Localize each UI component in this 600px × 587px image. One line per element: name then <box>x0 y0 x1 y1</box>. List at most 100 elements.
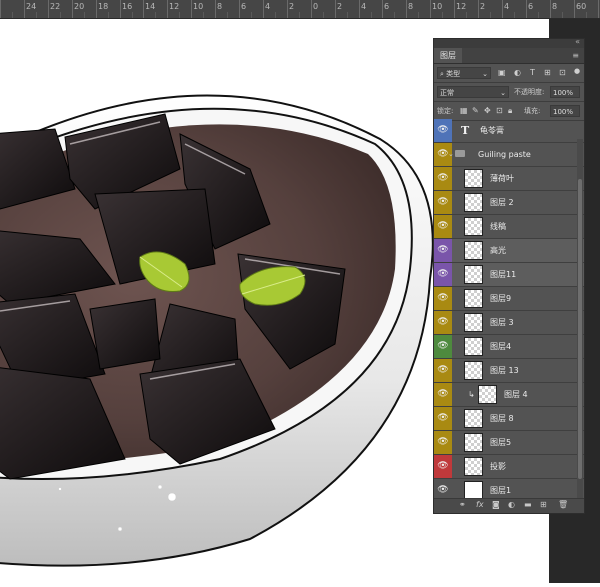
folder-icon[interactable]: ▬ <box>524 500 532 509</box>
layer-row[interactable]: 👁︎ 图层 13 <box>434 359 584 383</box>
fill-input[interactable]: 100% <box>550 105 580 117</box>
shape-filter-icon[interactable]: ⊞ <box>544 67 551 79</box>
collapse-icon[interactable]: « <box>575 37 580 46</box>
layer-row[interactable]: 👁︎ ↳ 图层 4 <box>434 383 584 407</box>
layer-row[interactable]: 👁︎ T 龟苓膏 <box>434 119 584 143</box>
lock-artboard-icon[interactable]: ⊡ <box>496 105 503 117</box>
link-icon[interactable]: ⚭ <box>459 500 466 509</box>
layer-row[interactable]: 👁︎ 图层 2 <box>434 191 584 215</box>
layer-thumbnail[interactable] <box>464 289 483 308</box>
layer-row[interactable]: 👁︎ 图层5 <box>434 431 584 455</box>
filter-toggle-icon[interactable]: ● <box>574 65 580 77</box>
layer-name[interactable]: 薄荷叶 <box>490 167 514 190</box>
visibility-eye-icon[interactable]: 👁︎ <box>434 335 452 358</box>
layer-row[interactable]: 👁︎ 投影 <box>434 455 584 479</box>
adjustment-filter-icon[interactable]: ◐ <box>514 67 521 79</box>
layer-row[interactable]: 👁︎ 薄荷叶 <box>434 167 584 191</box>
ruler-minor-tick <box>586 12 587 18</box>
lock-all-icon[interactable]: 🔒︎ <box>508 105 512 117</box>
layer-row[interactable]: 👁︎ 线稿 <box>434 215 584 239</box>
text-layer-icon: T <box>461 124 470 137</box>
trash-icon[interactable]: 🗑︎ <box>558 500 568 509</box>
mask-icon[interactable]: ◙ <box>492 500 500 509</box>
visibility-eye-icon[interactable]: 👁︎ <box>434 455 452 478</box>
layer-name[interactable]: 图层5 <box>490 431 511 454</box>
visibility-eye-icon[interactable]: 👁︎ <box>434 431 452 454</box>
layer-name[interactable]: 高光 <box>490 239 506 262</box>
blend-mode-select[interactable]: 正常 ⌄ <box>437 86 509 98</box>
visibility-eye-icon[interactable]: 👁︎ <box>434 239 452 262</box>
visibility-eye-icon[interactable]: 👁︎ <box>434 191 452 214</box>
layer-name[interactable]: 图层 2 <box>490 191 514 214</box>
layer-row[interactable]: 👁︎ 高光 <box>434 239 584 263</box>
layer-name[interactable]: 图层11 <box>490 263 516 286</box>
ruler-tick <box>191 0 192 18</box>
layer-name[interactable]: 图层 8 <box>490 407 514 430</box>
ruler-tick <box>96 0 97 18</box>
visibility-eye-icon[interactable]: 👁︎ <box>434 119 452 142</box>
visibility-eye-icon[interactable]: 👁︎ <box>434 311 452 334</box>
search-icon: ⌕ <box>440 70 444 78</box>
ruler-tick <box>335 0 336 18</box>
visibility-eye-icon[interactable]: 👁︎ <box>434 263 452 286</box>
layer-row[interactable]: 👁︎ 图层4 <box>434 335 584 359</box>
layer-thumbnail[interactable] <box>464 361 483 380</box>
opacity-label: 不透明度: <box>514 88 545 96</box>
ruler-tick <box>550 0 551 18</box>
ruler-label: 6 <box>528 2 534 11</box>
visibility-eye-icon[interactable]: 👁︎ <box>434 407 452 430</box>
layer-thumbnail[interactable] <box>464 433 483 452</box>
layer-name[interactable]: 图层9 <box>490 287 511 310</box>
opacity-input[interactable]: 100% <box>550 86 580 98</box>
ruler-minor-tick <box>371 12 372 18</box>
layer-row[interactable]: 👁︎ 图层9 <box>434 287 584 311</box>
layer-name[interactable]: 图层 3 <box>490 311 514 334</box>
visibility-eye-icon[interactable]: 👁︎ <box>434 287 452 310</box>
layer-thumbnail[interactable] <box>464 409 483 428</box>
layer-row[interactable]: 👁︎ 图层11 <box>434 263 584 287</box>
layer-name[interactable]: 龟苓膏 <box>480 119 504 142</box>
ruler-minor-tick <box>299 12 300 18</box>
visibility-eye-icon[interactable]: 👁︎ <box>434 167 452 190</box>
layer-name[interactable]: 图层 13 <box>490 359 519 382</box>
layer-thumbnail[interactable] <box>464 193 483 212</box>
fx-icon[interactable]: fx <box>476 500 484 509</box>
lock-paint-icon[interactable]: ✎ <box>472 105 479 117</box>
lock-transparent-icon[interactable]: ▦ <box>460 105 468 117</box>
panel-menu-icon[interactable]: ≡ <box>572 51 579 60</box>
layer-thumbnail[interactable] <box>464 337 483 356</box>
pixel-filter-icon[interactable]: ▣ <box>498 67 506 79</box>
layer-thumbnail[interactable] <box>464 241 483 260</box>
ruler-minor-tick <box>562 12 563 18</box>
scrollbar-thumb[interactable] <box>578 179 582 479</box>
layer-name[interactable]: 图层 4 <box>504 383 528 406</box>
layer-row[interactable]: 👁︎ 图层 3 <box>434 311 584 335</box>
layers-scrollbar[interactable] <box>577 139 583 499</box>
fill-label: 填充: <box>524 107 541 115</box>
new-layer-icon[interactable]: ⊞ <box>540 500 547 509</box>
layer-thumbnail[interactable] <box>464 265 483 284</box>
visibility-eye-icon[interactable]: 👁︎ <box>434 215 452 238</box>
type-filter-icon[interactable]: T <box>530 67 535 79</box>
layer-row[interactable]: 👁︎ ⌄ Guiling paste <box>434 143 584 167</box>
smart-object-filter-icon[interactable]: ⊡ <box>559 67 566 79</box>
filter-kind-select[interactable]: ⌕ 类型 ⌄ <box>437 67 491 79</box>
layer-thumbnail[interactable] <box>464 313 483 332</box>
lock-move-icon[interactable]: ✥ <box>484 105 491 117</box>
layer-name[interactable]: 图层4 <box>490 335 511 358</box>
tab-layers[interactable]: 图层 <box>434 48 462 63</box>
layer-thumbnail[interactable] <box>464 457 483 476</box>
layer-name[interactable]: Guiling paste <box>478 143 531 166</box>
layer-thumbnail[interactable] <box>464 169 483 188</box>
ruler-minor-tick <box>538 12 539 18</box>
ruler-label: 60 <box>576 2 587 11</box>
layer-thumbnail[interactable] <box>464 217 483 236</box>
layer-thumbnail[interactable] <box>478 385 497 404</box>
layer-name[interactable]: 线稿 <box>490 215 506 238</box>
layer-row[interactable]: 👁︎ 图层 8 <box>434 407 584 431</box>
adjustment-icon[interactable]: ◐ <box>508 500 515 509</box>
layer-name[interactable]: 投影 <box>490 455 506 478</box>
visibility-eye-icon[interactable]: 👁︎ <box>434 359 452 382</box>
group-expand-icon[interactable]: ⌄ <box>448 143 454 166</box>
visibility-eye-icon[interactable]: 👁︎ <box>434 383 452 406</box>
